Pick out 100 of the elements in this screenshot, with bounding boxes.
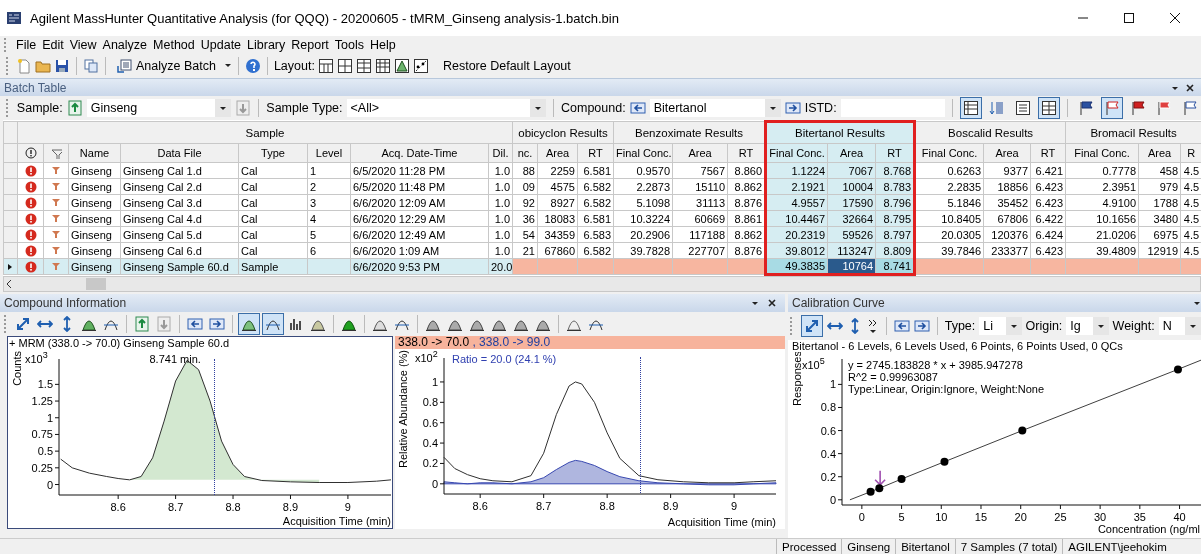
analyze-icon[interactable] — [117, 58, 133, 74]
table-cell: 0.9570 — [613, 162, 673, 179]
table-cell: 39.4809 — [1065, 242, 1139, 259]
previous-sample-icon[interactable] — [66, 100, 83, 116]
table-cell: 6975 — [1138, 226, 1181, 243]
table-cell: 1.0 — [488, 178, 513, 195]
column-group-header[interactable]: obicyclon Results — [512, 121, 614, 144]
table-cell: 5 — [307, 226, 351, 243]
warning-icon — [24, 228, 37, 241]
menu-item[interactable]: View — [66, 38, 100, 52]
column-group-header[interactable]: Benzoximate Results — [613, 121, 766, 144]
chart-title: + MRM (338.0 -> 70.0) Ginseng Sample 60.d — [8, 337, 231, 350]
single-view-icon[interactable] — [1015, 100, 1032, 116]
menu-item[interactable]: Help — [367, 38, 399, 52]
table-cell: Cal — [238, 210, 308, 227]
table-cell: Cal — [238, 226, 308, 243]
status-text: Bitertanol — [895, 539, 955, 554]
menu-item[interactable]: Method — [150, 38, 198, 52]
table-cell: 1.0 — [488, 162, 513, 179]
copy-icon[interactable] — [83, 58, 99, 74]
menu-item[interactable]: Tools — [331, 38, 367, 52]
previous-compound-icon[interactable] — [187, 316, 203, 332]
table-cell: 6.582 — [577, 242, 614, 259]
tick-label: 8.7 — [536, 500, 552, 512]
tick-label: 10 — [935, 511, 948, 523]
restore-layout-button[interactable]: Restore Default Layout — [437, 57, 576, 75]
column-group-header[interactable]: Bitertanol Results — [765, 121, 915, 144]
layout-icon[interactable] — [355, 58, 372, 74]
equation-text: y = 2745.183828 * x + 3985.947278 — [848, 359, 1023, 371]
menu-item[interactable]: Report — [288, 38, 332, 52]
layout-icon[interactable] — [336, 58, 353, 74]
tick-label: 0.4 — [422, 437, 438, 450]
weight-dropdown[interactable]: N — [1158, 317, 1201, 335]
flag-icon[interactable] — [1182, 100, 1198, 116]
panel-menu-icon[interactable] — [751, 300, 759, 306]
table-cell: Cal — [238, 242, 308, 259]
close-icon[interactable] — [1185, 82, 1195, 93]
table-cell: 88 — [512, 162, 538, 179]
table-cell: Cal — [238, 178, 308, 195]
flag-icon[interactable] — [1078, 100, 1094, 116]
close-icon[interactable] — [767, 298, 777, 308]
next-compound-icon[interactable] — [913, 318, 930, 334]
previous-sample-icon[interactable] — [134, 316, 150, 332]
dropdown-caret-icon[interactable] — [223, 62, 232, 70]
zoom-fit-icon[interactable] — [15, 316, 31, 332]
scrollbar-thumb[interactable] — [86, 278, 106, 290]
previous-compound-icon[interactable] — [893, 318, 910, 334]
axis-title: Acquisition Time (min) — [667, 516, 776, 528]
menu-item[interactable]: Update — [197, 38, 245, 52]
data-point — [1018, 426, 1027, 435]
menu-item[interactable]: Edit — [39, 38, 67, 52]
table-cell: 233377 — [983, 242, 1031, 259]
type-dropdown[interactable]: Li — [979, 317, 1022, 335]
spectrum-icon[interactable] — [288, 316, 304, 332]
caret-icon — [534, 105, 543, 111]
column-group-header[interactable]: Sample — [17, 121, 513, 144]
sort-icon[interactable] — [989, 100, 1006, 116]
panel-menu-icon[interactable] — [1171, 84, 1179, 91]
caret-icon — [1189, 323, 1197, 329]
maximize-icon[interactable] — [1121, 10, 1137, 26]
compound-dropdown[interactable]: Bitertanol — [649, 99, 781, 117]
flag-filter-icon[interactable] — [50, 147, 62, 159]
flag-icon — [50, 244, 62, 257]
menu-item[interactable]: Analyze — [99, 38, 151, 52]
table-cell: 21.0206 — [1065, 226, 1139, 243]
analyze-batch-button[interactable]: Analyze Batch — [112, 56, 221, 76]
equation-text: Type:Linear, Origin:Ignore, Weight:None — [848, 383, 1045, 395]
next-compound-icon[interactable] — [784, 100, 801, 116]
table-layout-icon[interactable] — [374, 58, 391, 74]
chart-layout-icon[interactable] — [393, 58, 410, 74]
previous-compound-icon[interactable] — [629, 100, 646, 116]
origin-dropdown[interactable]: Ig — [1066, 317, 1109, 335]
table-cell: 10.8405 — [914, 210, 984, 227]
panel-menu-icon[interactable] — [1193, 300, 1201, 306]
column-group-header[interactable]: Bromacil Results — [1065, 121, 1201, 144]
save-icon[interactable] — [54, 58, 70, 74]
sample-type-dropdown[interactable]: <All> — [346, 99, 547, 117]
next-compound-icon[interactable] — [209, 316, 225, 332]
menu-item[interactable]: File — [13, 38, 40, 52]
table-cell[interactable]: 10764 — [828, 259, 875, 272]
table-cell: Ginseng — [68, 162, 121, 179]
sample-dropdown[interactable]: Ginseng — [86, 99, 232, 117]
help-icon[interactable] — [244, 58, 261, 74]
tick-label: 0.5 — [37, 445, 53, 458]
layout-icon[interactable] — [317, 58, 334, 74]
tick-label: 8.6 — [110, 501, 126, 513]
alert-column-icon[interactable] — [24, 147, 37, 159]
column-group-header[interactable]: Boscalid Results — [914, 121, 1066, 144]
close-icon[interactable] — [1167, 10, 1183, 26]
scatter-layout-icon[interactable] — [412, 58, 429, 74]
table-cell: 21 — [512, 242, 538, 259]
flag-icon[interactable] — [1130, 100, 1146, 116]
caret-icon — [1096, 323, 1105, 329]
flag-icon[interactable] — [1156, 100, 1172, 116]
row-pointer-icon — [6, 261, 14, 272]
axis-scale-label: x10$^{3}$ — [25, 350, 48, 365]
menu-item[interactable]: Library — [244, 38, 289, 52]
overflow-icon[interactable] — [866, 318, 879, 334]
table-cell: 2 — [307, 178, 351, 195]
table-cell: 5.1098 — [613, 194, 673, 211]
